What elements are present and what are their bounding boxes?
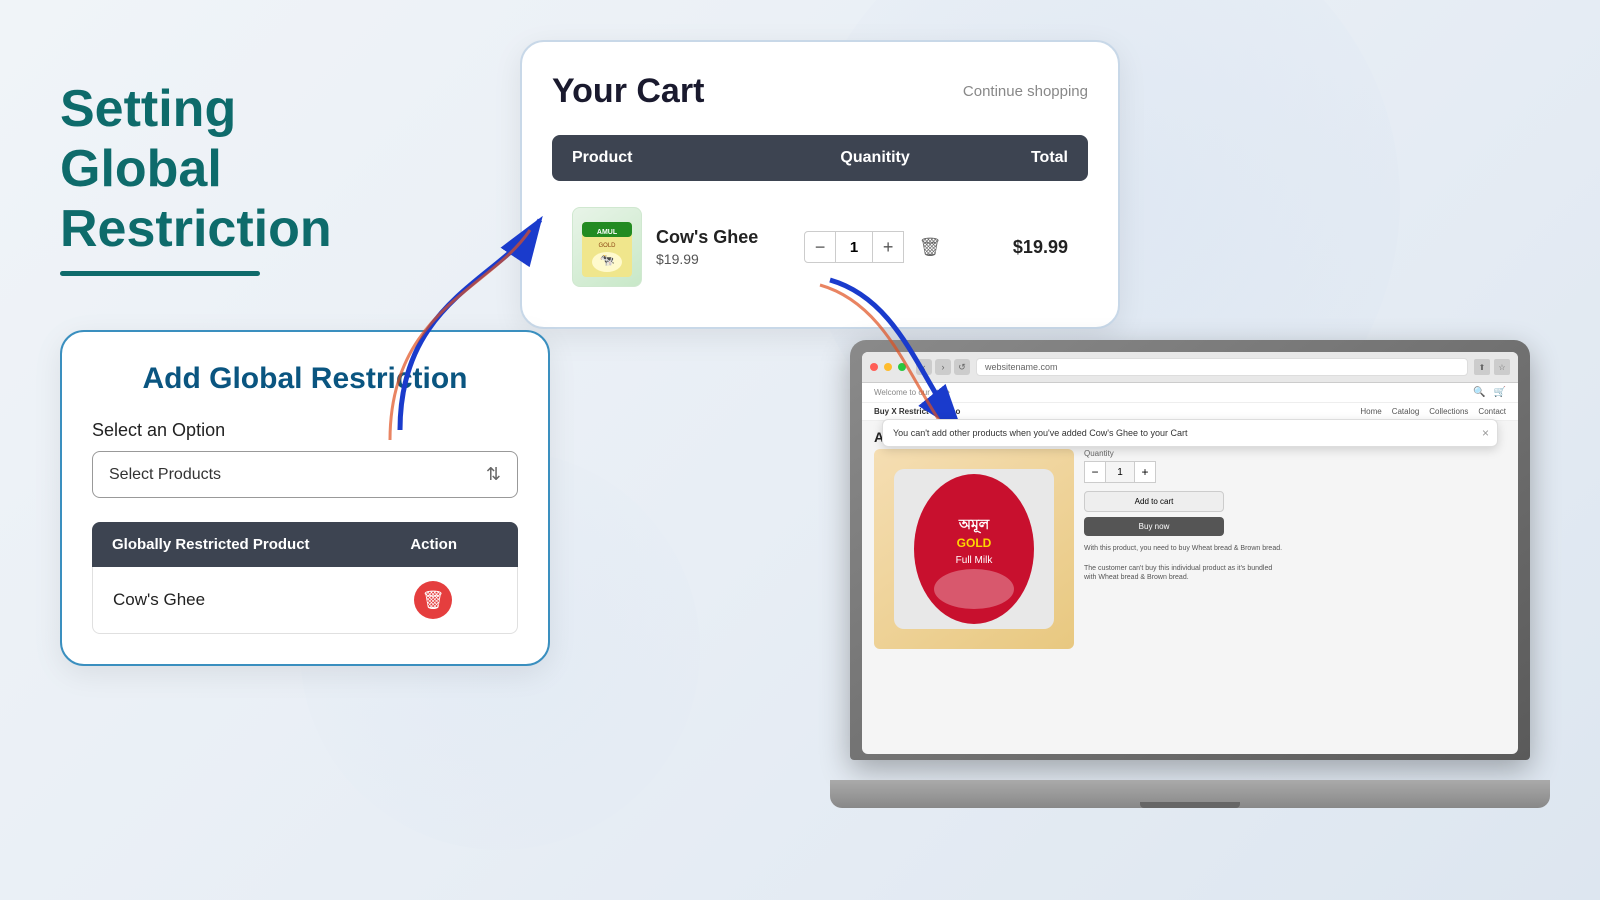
product-image-svg: AMUL GOLD 🐄: [577, 212, 637, 282]
restriction-card-title: Add Global Restriction: [92, 362, 518, 396]
title-underline: [60, 271, 260, 276]
description-line2: The customer can't buy this individual p…: [1084, 564, 1284, 584]
cart-header: Your Cart Continue shopping: [552, 72, 1088, 111]
col-total: Total: [958, 149, 1068, 167]
website-add-to-cart-button[interactable]: Add to cart: [1084, 491, 1224, 512]
svg-text:🐄: 🐄: [600, 253, 615, 267]
website-header-text: Welcome to our store: [874, 388, 950, 397]
cart-item-row: AMUL GOLD 🐄 Cow's Ghee $19.99 − 1 + 🗑 $1…: [552, 197, 1088, 297]
website-qty-value: 1: [1106, 461, 1134, 483]
col-action: Action: [369, 536, 498, 553]
restriction-table-row: Cow's Ghee 🗑: [92, 567, 518, 634]
page-title: Setting Global Restriction: [60, 80, 400, 259]
restricted-product-delete-btn[interactable]: 🗑: [369, 581, 497, 619]
browser-bookmark-button[interactable]: ☆: [1494, 359, 1510, 375]
col-quantity: Quanitity: [792, 149, 957, 167]
select-products-value: Select Products: [109, 466, 221, 484]
nav-link-contact[interactable]: Contact: [1478, 407, 1506, 416]
description-line1: With this product, you need to buy Wheat…: [1084, 544, 1284, 554]
website-header: Welcome to our store 🔍 🛒: [862, 383, 1518, 403]
trash-icon: 🗑: [422, 590, 445, 611]
continue-shopping-link[interactable]: Continue shopping: [963, 83, 1088, 100]
website-product-area: অমূল GOLD Full Milk Quantity: [874, 449, 1506, 649]
svg-text:অমূল: অমূল: [958, 516, 990, 534]
svg-text:GOLD: GOLD: [598, 243, 616, 249]
chevron-icon: ⇅: [486, 464, 501, 485]
browser-dot-maximize[interactable]: [898, 363, 906, 371]
laptop-screen-inner: ‹ › ↺ websitename.com ⬆ ☆ Welcome to: [862, 352, 1518, 754]
browser-nav-buttons: ‹ › ↺: [916, 359, 970, 375]
col-product: Product: [572, 149, 792, 167]
restricted-product-name: Cow's Ghee: [113, 590, 369, 610]
nav-link-catalog[interactable]: Catalog: [1392, 407, 1420, 416]
notification-text: You can't add other products when you've…: [893, 428, 1188, 438]
cart-card: Your Cart Continue shopping Product Quan…: [520, 40, 1120, 329]
product-name: Cow's Ghee: [656, 227, 758, 248]
browser-share-button[interactable]: ⬆: [1474, 359, 1490, 375]
website-product-details: Quantity − 1 + Add to cart Buy now With …: [1084, 449, 1506, 649]
website-product-image: অমূল GOLD Full Milk: [874, 449, 1074, 649]
product-image: AMUL GOLD 🐄: [572, 207, 642, 287]
quantity-increase-button[interactable]: +: [872, 231, 904, 263]
search-icon[interactable]: 🔍: [1473, 387, 1485, 398]
nav-link-home[interactable]: Home: [1360, 407, 1381, 416]
website-product-description: With this product, you need to buy Wheat…: [1084, 544, 1284, 583]
browser-dot-minimize[interactable]: [884, 363, 892, 371]
nav-link-collections[interactable]: Collections: [1429, 407, 1468, 416]
restriction-table-header: Globally Restricted Product Action: [92, 522, 518, 567]
cart-title: Your Cart: [552, 72, 704, 111]
product-info: Cow's Ghee $19.99: [656, 227, 758, 267]
website-body: Amul milk অমূল GOLD Full Milk: [862, 421, 1518, 657]
amul-milk-svg: অমূল GOLD Full Milk: [884, 459, 1064, 639]
title-section: Setting Global Restriction: [60, 80, 400, 276]
col-restricted-product: Globally Restricted Product: [112, 536, 369, 553]
laptop-outer: ‹ › ↺ websitename.com ⬆ ☆ Welcome to: [850, 340, 1550, 780]
svg-text:GOLD: GOLD: [957, 536, 992, 550]
delete-circle-button[interactable]: 🗑: [414, 581, 452, 619]
quantity-control[interactable]: − 1 + 🗑: [792, 231, 957, 263]
browser-action-buttons: ⬆ ☆: [1474, 359, 1510, 375]
qty-label: Quantity: [1084, 449, 1506, 458]
notification-popup: You can't add other products when you've…: [882, 419, 1498, 447]
svg-text:Full Milk: Full Milk: [956, 555, 994, 566]
product-price: $19.99: [656, 251, 758, 267]
browser-forward-button[interactable]: ›: [935, 359, 951, 375]
browser-chrome: ‹ › ↺ websitename.com ⬆ ☆: [862, 352, 1518, 383]
select-option-label: Select an Option: [92, 420, 518, 441]
website-qty-control[interactable]: − 1 +: [1084, 461, 1506, 483]
browser-dot-close[interactable]: [870, 363, 878, 371]
laptop-screen-bezel: ‹ › ↺ websitename.com ⬆ ☆ Welcome to: [850, 340, 1530, 760]
quantity-value: 1: [836, 231, 872, 263]
website-qty-increase[interactable]: +: [1134, 461, 1156, 483]
item-total: $19.99: [958, 237, 1068, 258]
laptop-section: ‹ › ↺ websitename.com ⬆ ☆ Welcome to: [850, 340, 1570, 860]
browser-reload-button[interactable]: ↺: [954, 359, 970, 375]
cart-item-product: AMUL GOLD 🐄 Cow's Ghee $19.99: [572, 207, 792, 287]
website-content: Welcome to our store 🔍 🛒 Buy X Restrict …: [862, 383, 1518, 754]
quantity-decrease-button[interactable]: −: [804, 231, 836, 263]
cart-icon[interactable]: 🛒: [1494, 387, 1506, 398]
website-brand[interactable]: Buy X Restrict Y Demo: [874, 407, 960, 416]
laptop-base: [830, 780, 1550, 808]
laptop-hinge: [1140, 802, 1240, 808]
website-buy-now-button[interactable]: Buy now: [1084, 517, 1224, 536]
cart-table-header: Product Quanitity Total: [552, 135, 1088, 181]
svg-text:AMUL: AMUL: [597, 229, 618, 236]
select-products-dropdown[interactable]: Select Products ⇅: [92, 451, 518, 498]
website-qty-decrease[interactable]: −: [1084, 461, 1106, 483]
cart-item-delete-button[interactable]: 🗑: [914, 231, 946, 263]
notification-close-button[interactable]: ×: [1482, 426, 1489, 440]
website-nav-links: Home Catalog Collections Contact: [1360, 407, 1506, 416]
browser-back-button[interactable]: ‹: [916, 359, 932, 375]
restriction-card: Add Global Restriction Select an Option …: [60, 330, 550, 666]
browser-url-bar[interactable]: websitename.com: [976, 358, 1468, 376]
